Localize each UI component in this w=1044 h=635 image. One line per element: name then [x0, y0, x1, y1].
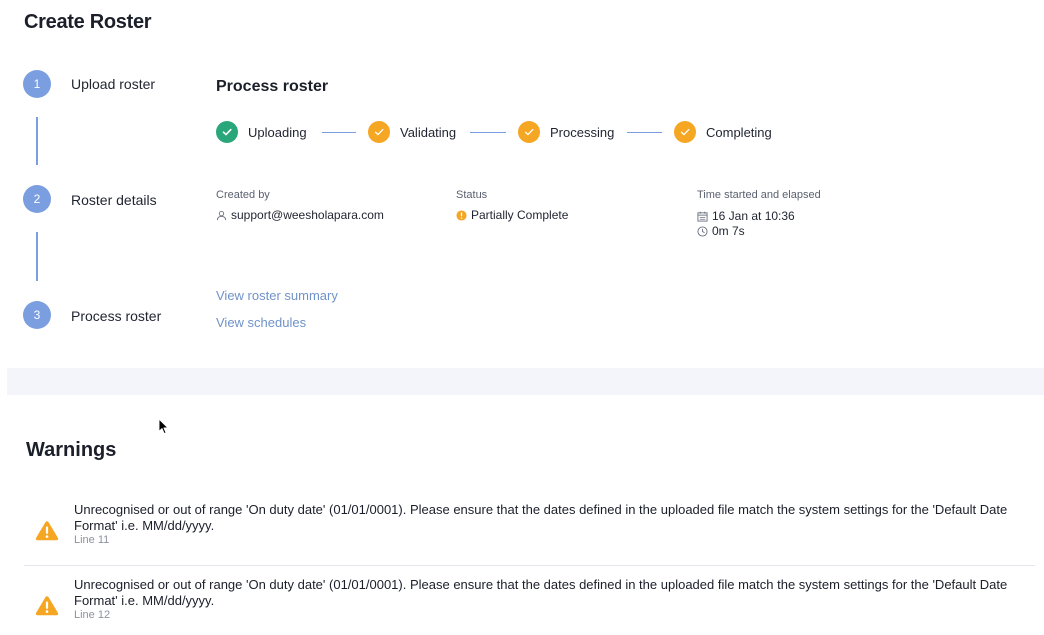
stage-uploading: Uploading — [216, 121, 307, 143]
check-icon — [368, 121, 390, 143]
stage-completing: Completing — [674, 121, 772, 143]
step-process-roster[interactable]: 3 Process roster — [23, 301, 161, 329]
stage-validating: Validating — [368, 121, 456, 143]
warning-line-number: Line 12 — [74, 609, 111, 621]
status-label: Status — [456, 189, 488, 201]
step-connector — [36, 232, 38, 281]
step-number: 1 — [23, 70, 51, 98]
warnings-title: Warnings — [26, 439, 117, 461]
step-upload-roster[interactable]: 1 Upload roster — [23, 70, 155, 98]
stage-label: Validating — [400, 124, 457, 140]
step-number: 2 — [23, 185, 51, 213]
time-elapsed: 0m 7s — [697, 224, 745, 238]
stage-label: Processing — [550, 124, 615, 140]
step-label: Roster details — [71, 192, 157, 208]
status-text: Partially Complete — [471, 208, 569, 222]
stage-connector — [470, 132, 506, 133]
time-started-text: 16 Jan at 10:36 — [712, 209, 795, 223]
user-icon — [216, 210, 227, 221]
check-icon — [518, 121, 540, 143]
warning-message: Unrecognised or out of range 'On duty da… — [74, 502, 1008, 533]
section-divider — [7, 368, 1044, 395]
step-label: Upload roster — [71, 76, 156, 92]
check-icon — [216, 121, 238, 143]
stage-connector — [627, 132, 662, 133]
info-icon — [456, 209, 467, 221]
step-label: Process roster — [71, 308, 162, 324]
warning-icon — [35, 596, 59, 616]
step-number: 3 — [23, 301, 51, 329]
time-label: Time started and elapsed — [697, 189, 821, 201]
step-roster-details[interactable]: 2 Roster details — [23, 185, 157, 213]
created-by-label: Created by — [216, 189, 270, 201]
process-roster-title: Process roster — [216, 78, 329, 95]
check-icon — [674, 121, 696, 143]
warning-item: Unrecognised or out of range 'On duty da… — [24, 500, 1035, 566]
clock-icon — [697, 225, 708, 237]
created-by-value: support@weesholapara.com — [216, 208, 384, 222]
warning-icon — [35, 521, 59, 541]
page-title: Create Roster — [24, 11, 152, 33]
warning-line-number: Line 11 — [74, 534, 110, 546]
stage-label: Uploading — [248, 124, 307, 140]
stage-label: Completing — [706, 124, 772, 140]
stage-connector — [322, 132, 356, 133]
created-by-email: support@weesholapara.com — [231, 208, 384, 222]
warning-item: Unrecognised or out of range 'On duty da… — [24, 575, 1035, 635]
warning-message: Unrecognised or out of range 'On duty da… — [74, 577, 1008, 608]
calendar-icon — [697, 211, 708, 222]
status-value: Partially Complete — [456, 208, 568, 222]
step-connector — [36, 117, 38, 165]
time-elapsed-text: 0m 7s — [712, 224, 745, 238]
view-roster-summary-link[interactable]: View roster summary — [216, 288, 338, 303]
time-started: 16 Jan at 10:36 — [697, 209, 795, 223]
stage-processing: Processing — [518, 121, 614, 143]
view-schedules-link[interactable]: View schedules — [216, 315, 306, 330]
mouse-cursor-icon — [158, 418, 169, 435]
